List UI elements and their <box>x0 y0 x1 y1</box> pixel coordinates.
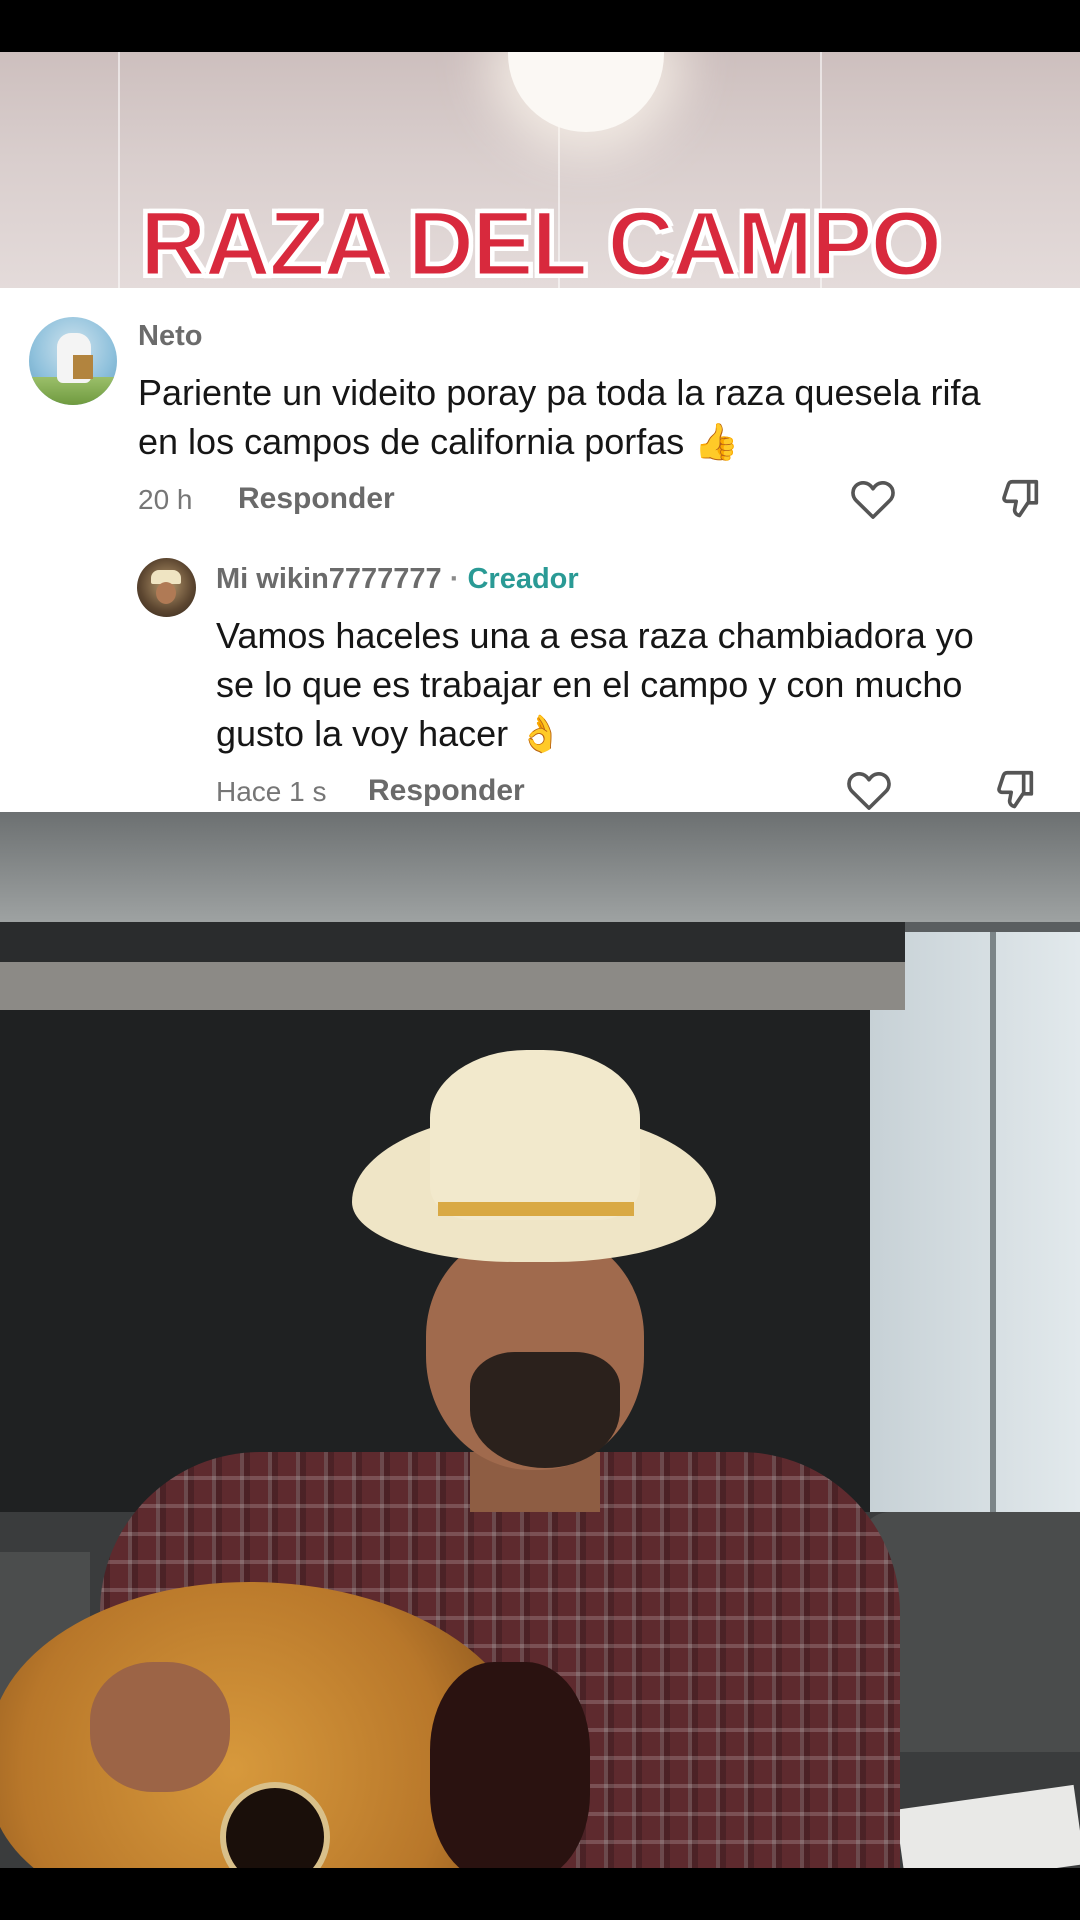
thumbs-down-icon[interactable] <box>998 476 1044 522</box>
comment-text-line-2: en los campos de california porfas 👍 <box>138 421 740 462</box>
ceiling-light <box>508 52 664 132</box>
creator-badge: Creador <box>467 563 579 595</box>
reply-time: Hace 1 s <box>216 776 327 807</box>
comment-text-line-1: Pariente un videito poray pa toda la raz… <box>138 372 981 413</box>
reply-text-line-2: se lo que es trabajar en el campo y con … <box>216 664 963 705</box>
scene-blind-roll <box>0 962 905 1010</box>
comment-reply-button[interactable]: Responder <box>238 482 395 516</box>
top-letterbox <box>0 0 1080 52</box>
heart-outline-icon[interactable] <box>846 769 892 811</box>
reply-separator: · <box>449 563 460 595</box>
avatar-hive-box <box>73 355 93 379</box>
reply-text-line-3: gusto la voy hacer 👌 <box>216 713 563 754</box>
cowboy-hat-crown <box>430 1050 640 1220</box>
avatar-neto[interactable] <box>29 317 117 405</box>
bottom-letterbox <box>0 1868 1080 1920</box>
scene-ceiling <box>0 812 1080 922</box>
video-frame[interactable] <box>0 812 1080 1868</box>
reply-username[interactable]: Mi wikin7777777 <box>216 563 442 595</box>
reply-header: Mi wikin7777777 · Creador <box>216 563 579 596</box>
comment-time: 20 h <box>138 484 193 515</box>
comment-username[interactable]: Neto <box>138 320 202 353</box>
reply-text-line-1: Vamos haceles una a esa raza chambiadora… <box>216 615 974 656</box>
video-title-overlay: RAZA DEL CAMPO <box>139 193 944 295</box>
person-beard <box>470 1352 620 1468</box>
avatar-creator[interactable] <box>137 558 196 617</box>
comment-card: Neto Pariente un videito poray pa toda l… <box>0 288 1080 812</box>
person-strumming-hand <box>90 1662 230 1792</box>
reply-reply-button[interactable]: Responder <box>368 774 525 808</box>
guitar-shadow <box>430 1662 590 1868</box>
avatar-face <box>156 582 176 604</box>
thumbs-down-icon[interactable] <box>993 767 1039 813</box>
cowboy-hat-band <box>438 1202 634 1216</box>
heart-outline-icon[interactable] <box>850 478 896 520</box>
